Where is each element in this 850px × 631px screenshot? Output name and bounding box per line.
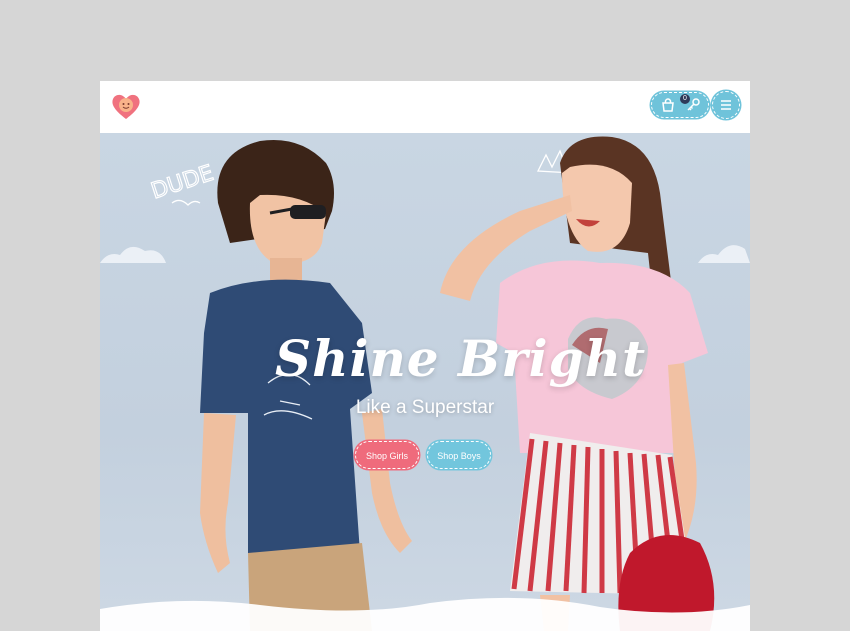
heart-smiley-icon[interactable] — [110, 91, 142, 121]
site-header: 0 — [100, 81, 750, 133]
browser-frame: 0 DUDE Shine Bright Like a Superstar Sho… — [100, 81, 750, 631]
header-actions: 0 — [651, 92, 709, 118]
hero-title: Shine Bright — [275, 329, 647, 388]
hero-banner: DUDE Shine Bright Like a Superstar Shop … — [100, 133, 750, 631]
hero-subtitle: Like a Superstar — [355, 397, 495, 418]
shopping-bag-icon[interactable]: 0 — [660, 94, 690, 113]
key-icon[interactable] — [685, 97, 701, 113]
shop-boys-button[interactable]: Shop Boys — [427, 441, 491, 469]
dude-doodle: DUDE — [148, 161, 216, 205]
shop-girls-button[interactable]: Shop Girls — [355, 441, 419, 469]
hamburger-menu-icon[interactable] — [712, 91, 740, 119]
